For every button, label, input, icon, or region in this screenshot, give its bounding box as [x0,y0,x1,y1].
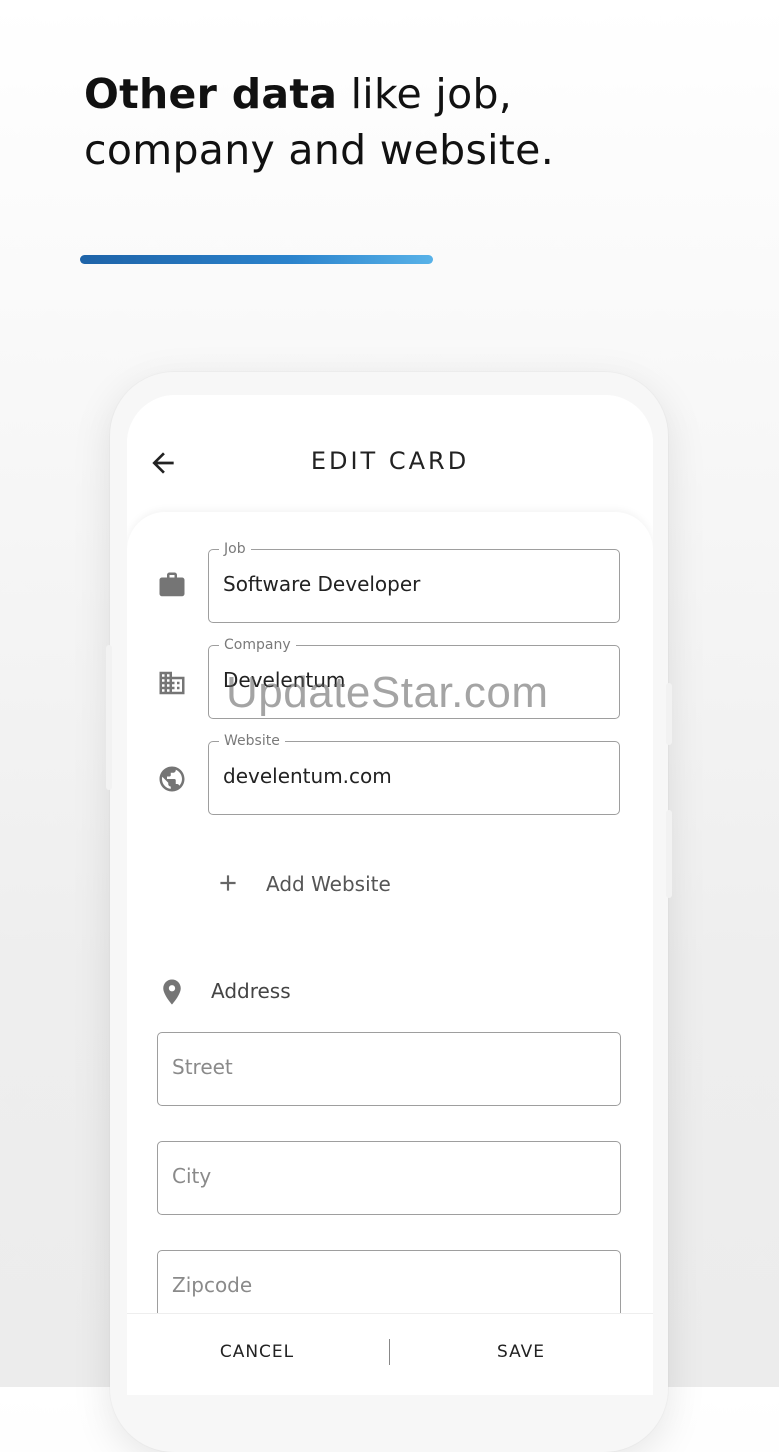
phone-screen: EDIT CARD Job Software Developer Company… [127,395,653,1395]
briefcase-icon [157,570,187,600]
street-placeholder: Street [172,1055,233,1079]
headline-bold: Other data [84,70,338,118]
page-title: EDIT CARD [310,447,470,475]
headline: Other data like job, company and website… [84,66,724,178]
save-button[interactable]: SAVE [421,1342,621,1362]
website-field[interactable]: Website develentum.com [208,732,620,815]
action-bar: CANCEL SAVE [127,1313,653,1388]
company-label: Company [219,636,296,654]
action-divider [389,1339,390,1365]
city-field[interactable]: City [157,1141,621,1215]
zipcode-placeholder: Zipcode [172,1273,253,1297]
plus-icon [220,875,236,891]
phone-side-button [666,810,672,898]
headline-rest: like job, [337,70,513,118]
street-field[interactable]: Street [157,1032,621,1106]
city-placeholder: City [172,1164,212,1188]
job-label: Job [219,540,251,558]
job-value: Software Developer [223,572,421,596]
company-field[interactable]: Company Develentum [208,636,620,719]
website-value: develentum.com [223,764,392,788]
globe-icon [157,764,187,794]
edit-form: Job Software Developer Company Develentu… [127,512,653,1395]
phone-side-button [666,683,672,745]
accent-bar [80,255,433,264]
location-pin-icon [157,977,187,1007]
headline-line2: company and website. [84,126,555,174]
company-value: Develentum [223,668,346,692]
address-label: Address [211,979,291,1003]
add-website-button[interactable]: Add Website [213,864,433,904]
phone-side-button [106,645,112,790]
building-icon [157,668,187,698]
cancel-button[interactable]: CANCEL [157,1342,357,1362]
website-label: Website [219,732,285,750]
job-field[interactable]: Job Software Developer [208,540,620,623]
add-website-label: Add Website [266,872,391,896]
app-bar: EDIT CARD [127,395,653,515]
